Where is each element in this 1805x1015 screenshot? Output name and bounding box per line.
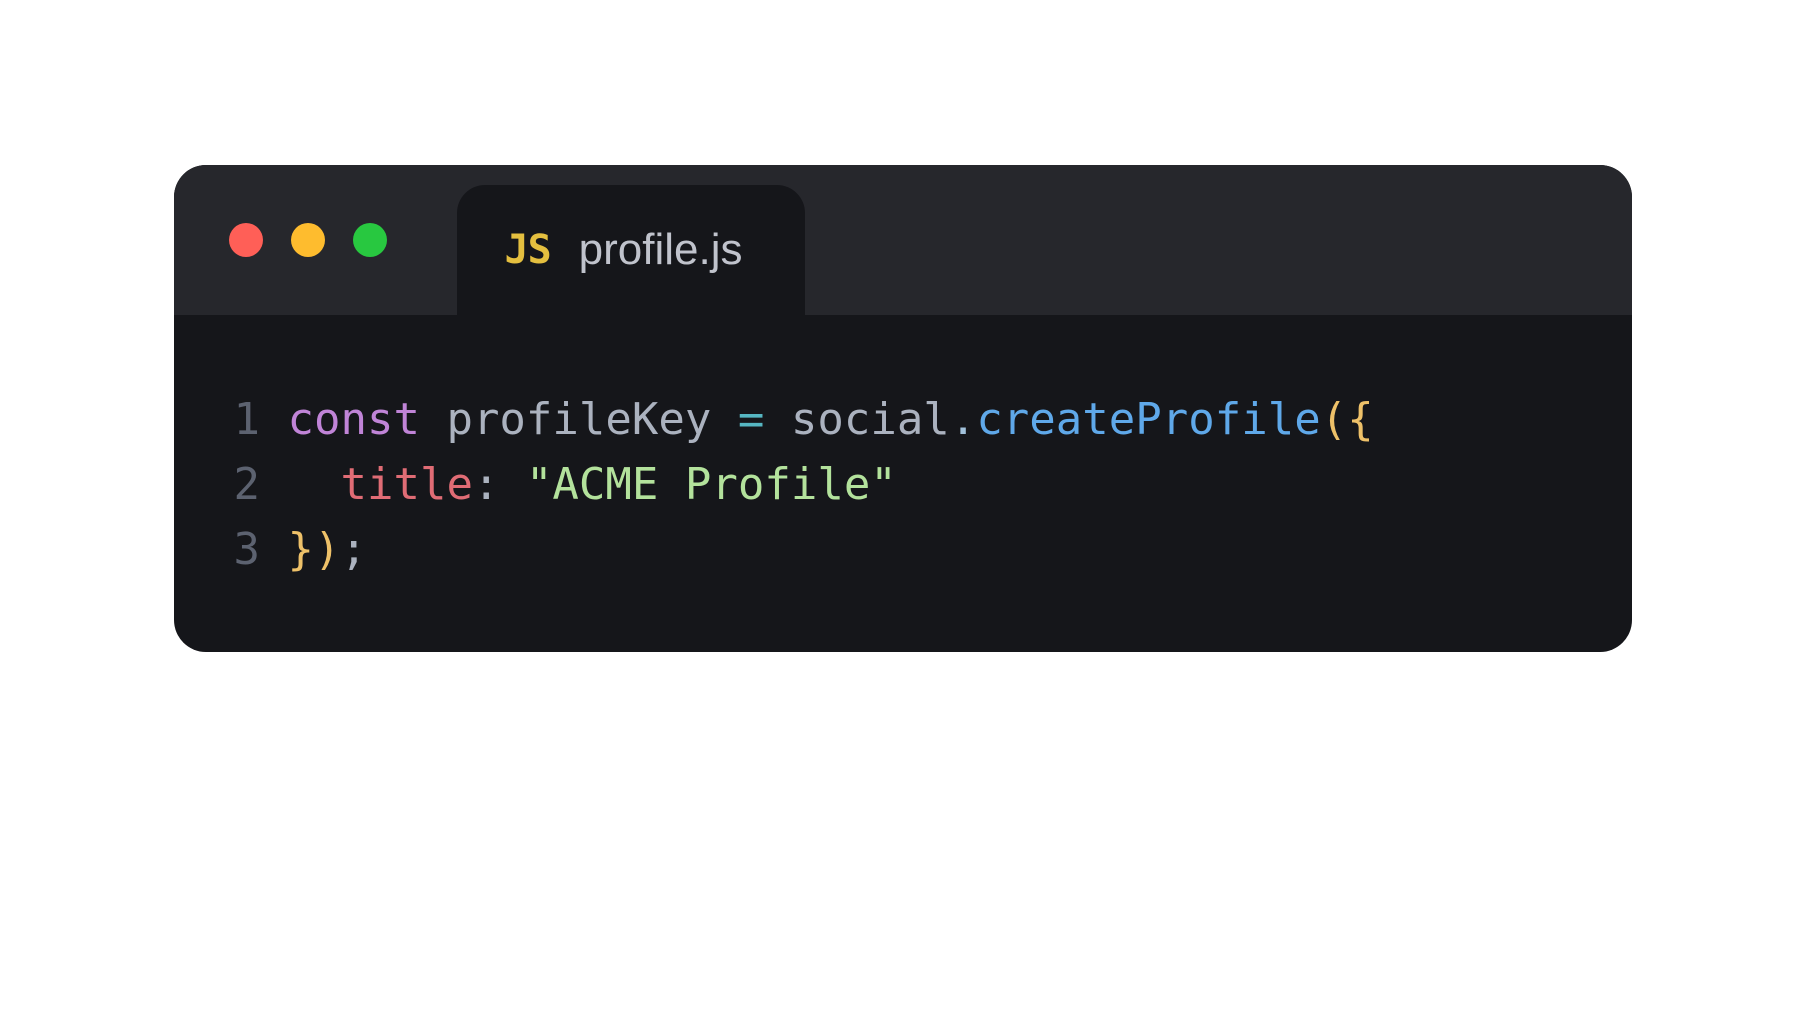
close-icon[interactable]	[229, 223, 263, 257]
code-text: const profileKey = social.createProfile(…	[288, 387, 1374, 452]
tab-profile-js[interactable]: JS profile.js	[457, 185, 805, 315]
code-editor-window: JS profile.js 1 const profileKey = socia…	[174, 165, 1632, 652]
code-editor-content[interactable]: 1 const profileKey = social.createProfil…	[174, 315, 1632, 652]
window-controls	[229, 223, 387, 257]
window-titlebar: JS profile.js	[174, 165, 1632, 315]
code-text: title: "ACME Profile"	[288, 452, 897, 517]
code-text: });	[288, 517, 368, 582]
maximize-icon[interactable]	[353, 223, 387, 257]
code-line: 1 const profileKey = social.createProfil…	[234, 387, 1632, 452]
line-number: 1	[234, 387, 288, 452]
tab-title: profile.js	[579, 225, 743, 275]
javascript-icon: JS	[505, 227, 551, 273]
line-number: 2	[234, 452, 288, 517]
line-number: 3	[234, 517, 288, 582]
code-line: 3 });	[234, 517, 1632, 582]
minimize-icon[interactable]	[291, 223, 325, 257]
code-line: 2 title: "ACME Profile"	[234, 452, 1632, 517]
